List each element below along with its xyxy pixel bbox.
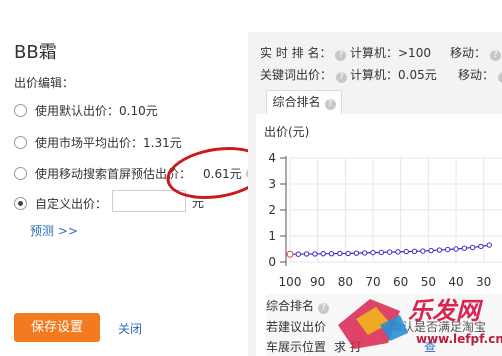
data-point[interactable] — [345, 250, 351, 257]
data-point[interactable] — [486, 242, 492, 248]
y-tick-label: 0 — [268, 255, 276, 269]
realtime-rank-mobile: 移动：? — [450, 44, 502, 61]
help-icon[interactable]: ? — [324, 99, 336, 110]
keyword-bid-pc: 计算机：0.05元 — [350, 68, 437, 82]
watermark-url: www.lefpf.cn — [416, 332, 502, 346]
custom-bid-input[interactable] — [112, 190, 186, 212]
data-point[interactable] — [436, 247, 443, 253]
y-tick-label: 1 — [268, 229, 276, 243]
forecast-link[interactable]: 预测 >> — [30, 222, 78, 239]
data-point[interactable] — [362, 250, 368, 256]
y-tick-label: 3 — [268, 177, 276, 191]
custom-bid-label: 自定义出价： — [35, 197, 108, 211]
data-point[interactable] — [445, 246, 451, 253]
data-point[interactable] — [395, 249, 401, 255]
default-bid-radio[interactable] — [14, 104, 27, 117]
data-point[interactable] — [469, 244, 476, 251]
tab-overall-ranking[interactable]: 综合排名? — [266, 90, 342, 114]
y-tick-label: 2 — [268, 203, 276, 217]
watermark-text: 乐发网 — [408, 296, 484, 325]
data-point[interactable] — [386, 249, 393, 255]
help-icon[interactable]: ? — [336, 72, 348, 83]
default-bid-label: 使用默认出价：0.10元 — [35, 104, 158, 118]
data-point[interactable] — [453, 246, 459, 252]
market-avg-bid-radio[interactable] — [14, 136, 27, 149]
x-tick-label: 90 — [310, 275, 325, 289]
watermark-logo: 乐发网 www.lefpf.cn — [338, 296, 502, 349]
keyword-title: BB霜 — [14, 42, 57, 63]
mobile-first-screen-bid-radio[interactable] — [14, 167, 27, 180]
custom-bid-option[interactable]: 自定义出价： — [14, 195, 107, 212]
data-point[interactable] — [420, 248, 426, 254]
help-icon[interactable]: ? — [490, 50, 502, 61]
y-axis-label: 出价(元) — [264, 125, 309, 139]
bid-edit-label: 出价编辑： — [14, 76, 75, 90]
bottom-overall-ranking-label: 综合排名? — [266, 297, 330, 314]
data-point[interactable] — [370, 249, 376, 256]
help-icon[interactable]: ? — [498, 72, 502, 83]
bid-ranking-chart: 出价(元) 100 90 80 70 60 50 40 3001234 — [264, 125, 502, 289]
x-tick-label: 100 — [279, 275, 302, 289]
data-point[interactable] — [328, 250, 335, 257]
keyword-bid-mobile: 移动：? — [458, 66, 502, 83]
data-point[interactable] — [303, 251, 310, 257]
data-point[interactable] — [295, 251, 302, 257]
data-point[interactable] — [428, 247, 434, 254]
help-icon[interactable]: ? — [335, 50, 347, 61]
y-tick-label: 4 — [268, 151, 276, 165]
data-point[interactable] — [378, 249, 385, 256]
data-point[interactable] — [461, 245, 468, 251]
save-settings-button[interactable]: 保存设置 — [14, 313, 100, 342]
market-avg-bid-label: 使用市场平均出价：1.31元 — [35, 136, 182, 150]
data-point[interactable] — [403, 248, 409, 255]
market-avg-bid-option[interactable]: 使用市场平均出价：1.31元 — [14, 134, 182, 151]
data-point[interactable] — [411, 248, 418, 255]
data-point[interactable] — [312, 251, 318, 257]
bottom-position-text: 车展示位置 — [266, 340, 327, 354]
realtime-rank-pc: 计算机：>100 — [350, 46, 431, 60]
help-icon[interactable]: ? — [318, 303, 330, 314]
default-bid-option[interactable]: 使用默认出价：0.10元 — [14, 102, 158, 119]
data-point[interactable] — [478, 243, 484, 250]
data-point[interactable] — [353, 250, 360, 256]
data-point[interactable] — [320, 250, 326, 257]
data-point[interactable] — [286, 250, 294, 258]
bottom-suggestion-text: 若建议出价 — [266, 320, 327, 334]
custom-bid-radio[interactable] — [14, 197, 27, 210]
realtime-rank-label: 实 时 排 名：? — [260, 44, 347, 61]
close-link[interactable]: 关闭 — [118, 320, 142, 337]
keyword-bid-label: 关键词出价：? — [260, 66, 348, 83]
data-point[interactable] — [337, 250, 343, 257]
